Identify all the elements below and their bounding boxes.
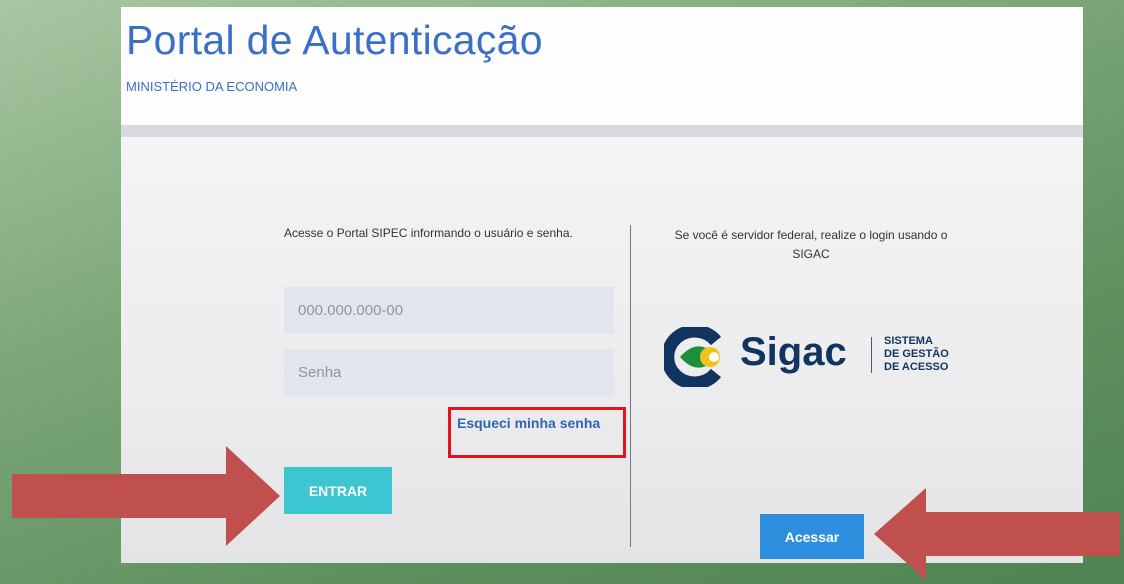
sigac-login-intro: Se você é servidor federal, realize o lo…: [674, 228, 948, 261]
entrar-button[interactable]: ENTRAR: [284, 467, 392, 514]
left-pointing-arrow-icon: [874, 488, 1120, 580]
sigac-logo: Sigac SISTEMA DE GESTÃO DE ACESSO: [664, 327, 964, 389]
right-pointing-arrow-icon: [12, 446, 280, 546]
sigac-logo-separator: [871, 337, 872, 373]
cpf-input[interactable]: [284, 287, 614, 334]
sigac-tagline: SISTEMA DE GESTÃO DE ACESSO: [884, 335, 964, 374]
forgot-password-highlight-box: [448, 407, 626, 458]
acessar-button[interactable]: Acessar: [760, 514, 864, 559]
column-divider: [630, 225, 631, 547]
sigac-logo-icon: [664, 327, 722, 387]
sigac-tagline-line: SISTEMA: [884, 335, 933, 347]
page-subtitle: MINISTÉRIO DA ECONOMIA: [126, 79, 298, 94]
sigac-tagline-line: DE GESTÃO: [884, 348, 949, 360]
page-header: Portal de Autenticação MINISTÉRIO DA ECO…: [121, 7, 1083, 125]
header-divider: [121, 125, 1083, 137]
password-input[interactable]: [284, 349, 614, 396]
sigac-tagline-line: DE ACESSO: [884, 361, 949, 373]
sipec-login-intro: Acesse o Portal SIPEC informando o usuár…: [284, 226, 573, 240]
sigac-wordmark: Sigac: [740, 330, 847, 374]
page-title: Portal de Autenticação: [126, 17, 543, 63]
